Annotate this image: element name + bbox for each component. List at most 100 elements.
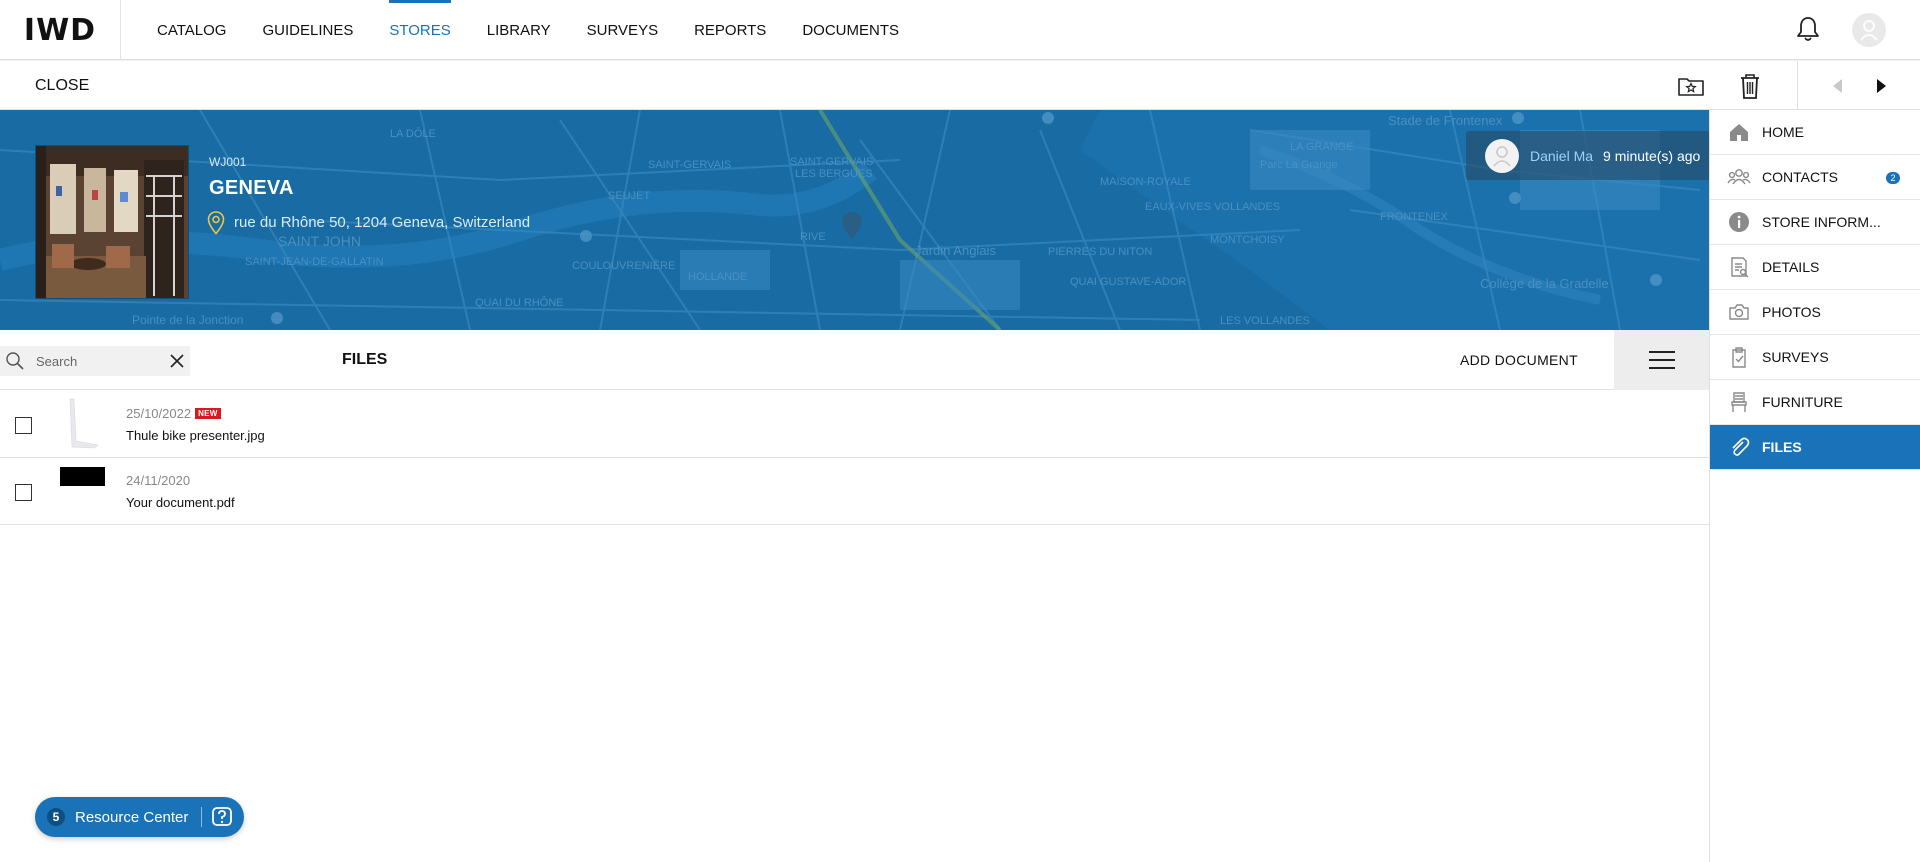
camera-icon [1727, 300, 1751, 324]
sidebar-item-contacts[interactable]: CONTACTS 2 [1710, 155, 1920, 200]
sidebar-item-label: SURVEYS [1762, 349, 1829, 365]
contacts-icon [1727, 165, 1751, 189]
svg-text:QUAI DU RHÔNE: QUAI DU RHÔNE [475, 296, 564, 309]
help-chat-icon [212, 807, 232, 826]
sidebar-item-photos[interactable]: PHOTOS [1710, 290, 1920, 335]
nav-guidelines[interactable]: GUIDELINES [244, 0, 371, 60]
trash-icon[interactable] [1735, 71, 1765, 101]
folder-star-icon[interactable] [1676, 71, 1706, 101]
close-button[interactable]: CLOSE [35, 61, 89, 110]
info-icon [1727, 210, 1751, 234]
svg-text:Stade de Frontenex: Stade de Frontenex [1388, 113, 1503, 128]
sidebar-item-furniture[interactable]: FURNITURE [1710, 380, 1920, 425]
toolbar-divider [1797, 61, 1798, 110]
svg-text:SAINT-JEAN-DE-GALLATIN: SAINT-JEAN-DE-GALLATIN [245, 256, 384, 268]
resource-center-count: 5 [47, 808, 65, 826]
store-header-banner: LA DÔLE SAINT-GERVAIS SAINT-GERVAIS LES B… [0, 110, 1709, 330]
file-name[interactable]: Your document.pdf [126, 495, 235, 510]
svg-text:HOLLANDE: HOLLANDE [688, 271, 747, 283]
file-thumbnail[interactable] [60, 397, 105, 452]
sidebar-item-label: STORE INFORM... [1762, 214, 1881, 230]
bell-icon[interactable] [1793, 14, 1823, 44]
chair-icon [1727, 390, 1751, 414]
file-date-text: 25/10/2022 [126, 406, 192, 421]
search-input[interactable] [36, 353, 156, 369]
svg-text:Collège de la Gradelle: Collège de la Gradelle [1480, 276, 1609, 291]
files-toolbar: FILES ADD DOCUMENT [0, 330, 1709, 390]
nav-stores[interactable]: STORES [371, 0, 468, 60]
paperclip-icon [1727, 435, 1751, 459]
svg-text:SEUJET: SEUJET [608, 190, 650, 202]
sidebar-item-files[interactable]: FILES [1710, 425, 1920, 470]
chevron-right-icon[interactable] [1866, 71, 1896, 101]
details-icon [1727, 255, 1751, 279]
svg-text:EAUX-VIVES VOLLANDES: EAUX-VIVES VOLLANDES [1145, 201, 1280, 213]
nav-catalog[interactable]: CATALOG [139, 0, 244, 60]
editor-name[interactable]: Daniel Ma [1530, 148, 1593, 164]
search-box [0, 346, 190, 376]
sidebar-item-home[interactable]: HOME [1710, 110, 1920, 155]
store-address[interactable]: rue du Rhône 50, 1204 Geneva, Switzerlan… [234, 214, 530, 231]
svg-text:RIVE: RIVE [800, 231, 826, 243]
svg-text:PIERRES DU NITON: PIERRES DU NITON [1048, 246, 1152, 258]
file-date-text: 24/11/2020 [126, 473, 191, 488]
editor-avatar [1485, 138, 1519, 173]
sidebar-item-details[interactable]: DETAILS [1710, 245, 1920, 290]
iwd-logo[interactable]: IWD [0, 0, 121, 60]
svg-text:LA GRANGE: LA GRANGE [1290, 141, 1354, 153]
user-avatar[interactable] [1852, 13, 1886, 47]
chevron-left-icon[interactable] [1823, 71, 1853, 101]
home-icon [1727, 120, 1751, 144]
sidebar-item-label: PHOTOS [1762, 304, 1821, 320]
row-checkbox[interactable] [15, 417, 32, 434]
svg-text:LA DÔLE: LA DÔLE [390, 127, 436, 140]
resource-center-label: Resource Center [75, 808, 189, 826]
sidebar-item-label: HOME [1762, 124, 1804, 140]
store-photo[interactable] [35, 145, 189, 299]
svg-text:SAINT-GERVAIS: SAINT-GERVAIS [648, 159, 731, 171]
hamburger-icon [1648, 351, 1675, 369]
svg-text:SAINT-GERVAIS: SAINT-GERVAIS [790, 156, 873, 168]
add-document-button[interactable]: ADD DOCUMENT [1460, 330, 1578, 390]
file-row[interactable]: 25/10/2022 NEW Thule bike presenter.jpg [0, 391, 1709, 458]
svg-text:MONTCHOISY: MONTCHOISY [1210, 234, 1285, 246]
sidebar-item-label: FILES [1762, 439, 1802, 455]
clear-search-icon[interactable] [168, 352, 186, 370]
contacts-count-badge: 2 [1886, 172, 1900, 184]
file-row[interactable]: 24/11/2020 Your document.pdf [0, 458, 1709, 525]
nav-reports[interactable]: REPORTS [676, 0, 784, 60]
user-silhouette-icon [1493, 145, 1511, 167]
record-toolbar: CLOSE [0, 61, 1920, 110]
nav-library[interactable]: LIBRARY [469, 0, 569, 60]
sidebar-item-store-information[interactable]: STORE INFORM... [1710, 200, 1920, 245]
file-thumbnail[interactable] [60, 464, 105, 519]
svg-text:LES BERGUES: LES BERGUES [795, 168, 873, 180]
resource-center-divider [201, 807, 202, 827]
main-nav: CATALOG GUIDELINES STORES LIBRARY SURVEY… [139, 0, 917, 60]
nav-surveys[interactable]: SURVEYS [569, 0, 676, 60]
svg-text:Parc La Grange: Parc La Grange [1260, 159, 1338, 171]
sidebar-item-surveys[interactable]: SURVEYS [1710, 335, 1920, 380]
last-edit-info: Daniel Ma 9 minute(s) ago [1466, 131, 1709, 180]
svg-text:COULOUVRENIÈRE: COULOUVRENIÈRE [572, 259, 675, 272]
resource-center-button[interactable]: 5 Resource Center [35, 797, 244, 837]
file-date: 24/11/2020 [126, 473, 190, 488]
file-name[interactable]: Thule bike presenter.jpg [126, 428, 265, 443]
files-section-title: FILES [342, 351, 388, 368]
hamburger-menu-button[interactable] [1614, 330, 1709, 390]
file-date: 25/10/2022 NEW [126, 406, 221, 421]
edit-time: 9 minute(s) ago [1603, 147, 1701, 164]
svg-text:Pointe de la Jonction: Pointe de la Jonction [132, 313, 243, 327]
top-navigation-bar: IWD CATALOG GUIDELINES STORES LIBRARY SU… [0, 0, 1920, 60]
nav-documents[interactable]: DOCUMENTS [784, 0, 917, 60]
user-silhouette-icon [1860, 20, 1878, 41]
row-checkbox[interactable] [15, 484, 32, 501]
sidebar-item-label: FURNITURE [1762, 394, 1843, 410]
location-pin-icon [207, 211, 225, 235]
new-badge: NEW [195, 408, 221, 419]
store-code: WJ001 [209, 155, 247, 169]
sidebar-item-label: CONTACTS [1762, 169, 1838, 185]
svg-text:SAINT JOHN: SAINT JOHN [278, 233, 361, 249]
svg-text:LES VOLLANDES: LES VOLLANDES [1220, 315, 1310, 327]
store-interior-image [36, 146, 188, 298]
